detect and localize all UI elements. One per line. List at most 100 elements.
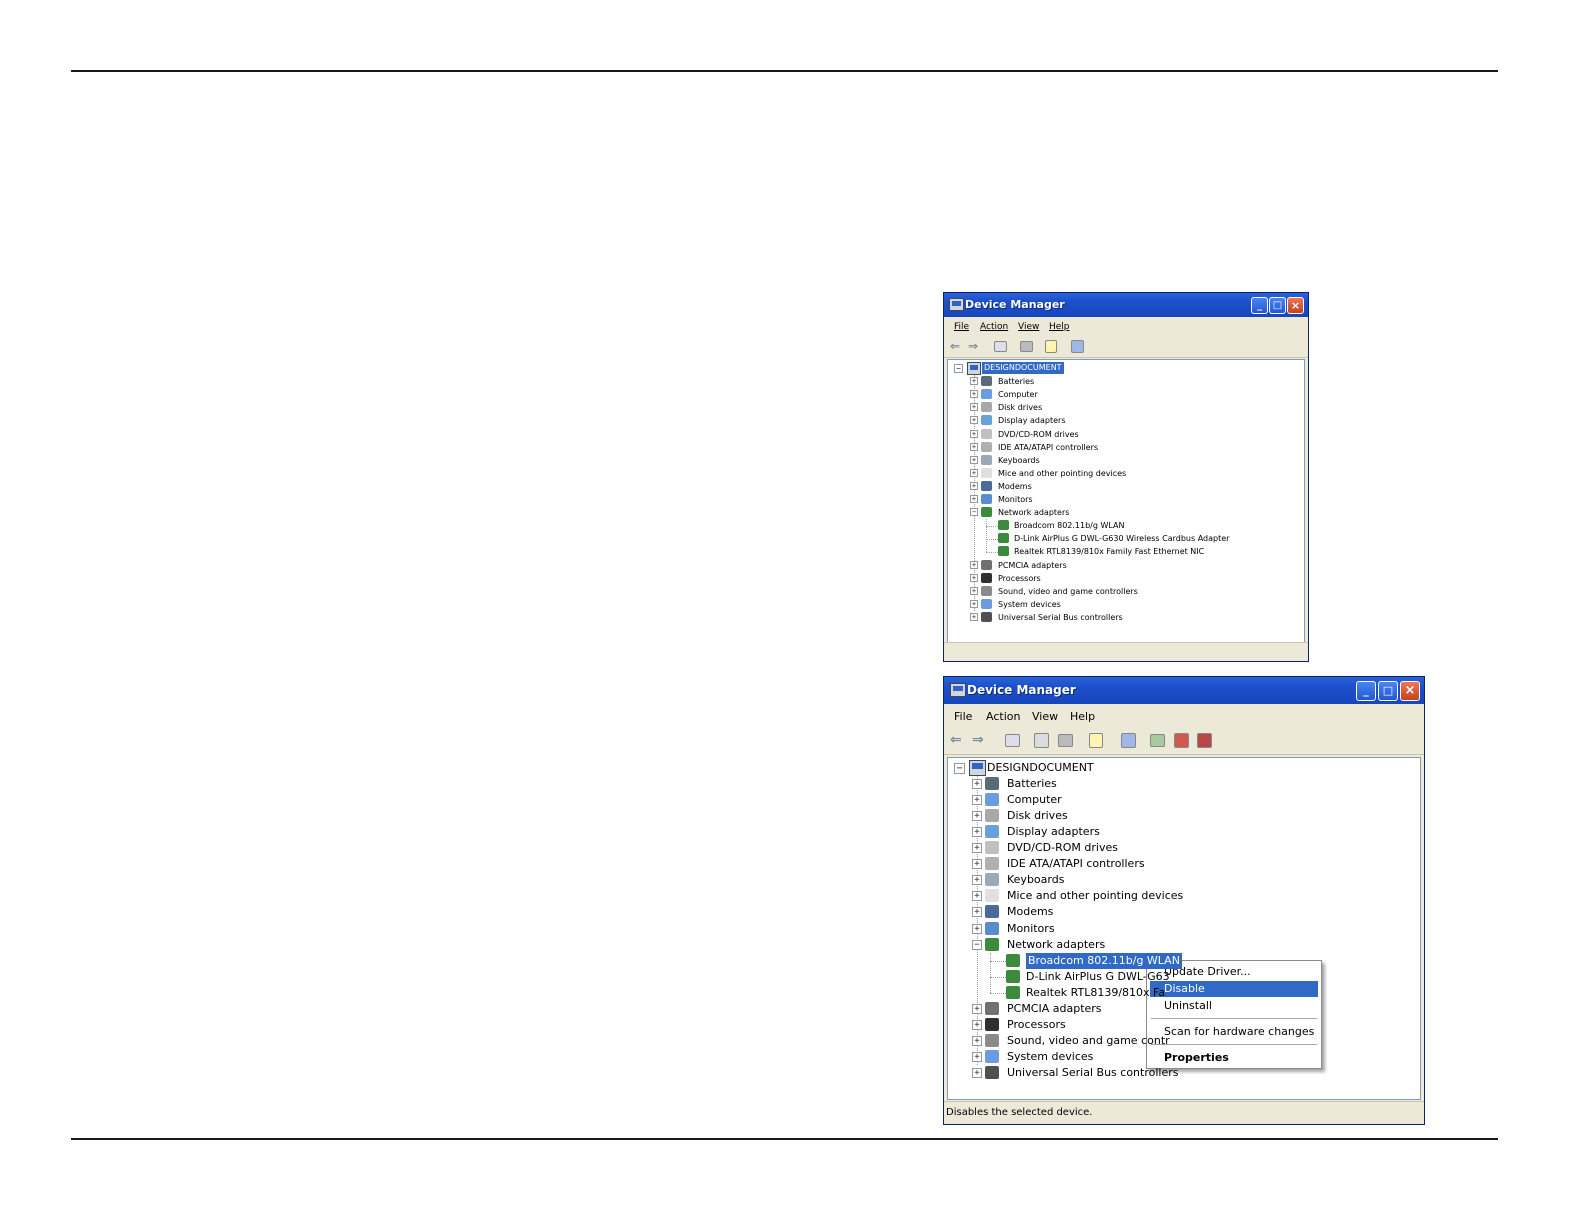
tree-item-battery[interactable]: Batteries <box>1007 776 1057 792</box>
print-icon[interactable] <box>1020 341 1033 352</box>
back-arrow-icon[interactable]: ⇐ <box>950 339 960 353</box>
menu-item-properties[interactable]: Properties <box>1150 1050 1318 1066</box>
menu-view[interactable]: View <box>1032 710 1058 723</box>
menu-help[interactable]: Help <box>1049 322 1070 332</box>
expand-icon[interactable]: + <box>972 1035 982 1046</box>
tree-item-keyboard[interactable]: Keyboards <box>1007 872 1064 888</box>
expand-icon[interactable]: + <box>972 1019 982 1030</box>
tree-item-display-adapter[interactable]: Display adapters <box>1007 824 1100 840</box>
collapse-icon[interactable]: − <box>972 939 982 950</box>
expand-icon[interactable]: + <box>972 859 982 870</box>
expand-icon[interactable]: + <box>972 1067 982 1078</box>
expand-icon[interactable]: + <box>970 429 978 438</box>
menu-item-scan-hardware[interactable]: Scan for hardware changes <box>1150 1024 1318 1040</box>
tree-item-modem[interactable]: Modems <box>1007 904 1053 920</box>
menu-action[interactable]: Action <box>986 710 1020 723</box>
tree-item-sound[interactable]: Sound, video and game controllers <box>998 585 1138 598</box>
menu-action[interactable]: Action <box>980 322 1008 332</box>
expand-icon[interactable]: + <box>970 495 978 503</box>
tree-item-network-device[interactable]: Broadcom 802.11b/g WLAN <box>1026 952 1182 969</box>
back-arrow-icon[interactable]: ⇐ <box>950 732 962 748</box>
tree-item-pcmcia[interactable]: PCMCIA adapters <box>998 559 1067 572</box>
expand-icon[interactable]: + <box>970 442 978 451</box>
title-bar[interactable]: Device Manager _ □ × <box>944 293 1308 317</box>
tree-item-mouse[interactable]: Mice and other pointing devices <box>998 467 1126 480</box>
expand-icon[interactable]: + <box>970 481 978 490</box>
menu-view[interactable]: View <box>1018 322 1039 332</box>
expand-icon[interactable]: + <box>972 811 982 822</box>
menu-item-uninstall[interactable]: Uninstall <box>1150 998 1318 1014</box>
tree-item-dvd-drive[interactable]: DVD/CD-ROM drives <box>1007 840 1118 856</box>
expand-icon[interactable]: + <box>970 560 978 569</box>
collapse-icon[interactable]: − <box>970 508 978 517</box>
device-tree[interactable]: − DESIGNDOCUMENT + Batteries + Computer + Dis… <box>947 359 1305 643</box>
expand-icon[interactable]: + <box>970 586 978 595</box>
menu-help[interactable]: Help <box>1070 710 1095 723</box>
tree-item-battery[interactable]: Batteries <box>998 375 1034 388</box>
tree-item-disk-drive[interactable]: Disk drives <box>998 401 1042 414</box>
tree-item-monitor[interactable]: Monitors <box>998 493 1033 506</box>
tree-item-network-device[interactable]: Broadcom 802.11b/g WLAN <box>1014 519 1125 532</box>
update-driver-icon[interactable] <box>1150 734 1165 747</box>
tree-item-processor[interactable]: Processors <box>1007 1017 1066 1033</box>
scan-hardware-icon[interactable] <box>1071 340 1084 353</box>
maximize-button[interactable]: □ <box>1378 681 1398 701</box>
properties-help-icon[interactable] <box>1045 340 1057 353</box>
tree-item-ide-controller[interactable]: IDE ATA/ATAPI controllers <box>998 441 1098 454</box>
expand-icon[interactable]: + <box>970 612 978 621</box>
expand-icon[interactable]: + <box>972 827 982 838</box>
tree-item-usb[interactable]: Universal Serial Bus controllers <box>1007 1065 1178 1081</box>
show-hide-console-tree-icon[interactable] <box>994 341 1007 352</box>
collapse-root-icon[interactable]: − <box>954 364 963 373</box>
expand-icon[interactable]: + <box>970 468 978 477</box>
uninstall-icon[interactable] <box>1174 733 1189 748</box>
close-button[interactable]: × <box>1400 681 1420 701</box>
print-icon[interactable] <box>1058 734 1073 747</box>
tree-item-usb[interactable]: Universal Serial Bus controllers <box>998 611 1123 624</box>
forward-arrow-icon[interactable]: ⇒ <box>972 732 984 748</box>
tree-item-mouse[interactable]: Mice and other pointing devices <box>1007 888 1183 904</box>
expand-icon[interactable]: + <box>972 891 982 902</box>
disable-icon[interactable] <box>1197 733 1212 748</box>
forward-arrow-icon[interactable]: ⇒ <box>968 339 978 353</box>
expand-icon[interactable]: + <box>970 416 978 425</box>
tree-item-network-device[interactable]: D-Link AirPlus G DWL-G63 <box>1026 969 1170 985</box>
properties-icon[interactable] <box>1034 733 1049 748</box>
properties-help-icon[interactable] <box>1089 733 1103 748</box>
tree-item-system-device[interactable]: System devices <box>1007 1049 1093 1065</box>
tree-item-display-adapter[interactable]: Display adapters <box>998 414 1066 427</box>
scan-hardware-icon[interactable] <box>1121 733 1136 748</box>
expand-icon[interactable]: + <box>972 843 982 854</box>
show-hide-console-tree-icon[interactable] <box>1005 734 1020 747</box>
tree-item-network-device[interactable]: Realtek RTL8139/810x Fa <box>1026 985 1165 1001</box>
expand-icon[interactable]: + <box>972 875 982 886</box>
tree-item-network-adapter[interactable]: Network adapters <box>1007 937 1105 953</box>
tree-item-computer[interactable]: Computer <box>1007 792 1062 808</box>
tree-item-processor[interactable]: Processors <box>998 572 1041 585</box>
menu-file[interactable]: File <box>954 710 972 723</box>
tree-item-modem[interactable]: Modems <box>998 480 1032 493</box>
title-bar[interactable]: Device Manager _ □ × <box>944 677 1424 704</box>
collapse-root-icon[interactable]: − <box>954 763 965 774</box>
close-button[interactable]: × <box>1287 297 1304 314</box>
tree-item-keyboard[interactable]: Keyboards <box>998 454 1040 467</box>
root-node[interactable]: DESIGNDOCUMENT <box>987 760 1094 775</box>
tree-item-network-device[interactable]: Realtek RTL8139/810x Family Fast Etherne… <box>1014 545 1204 558</box>
expand-icon[interactable]: + <box>970 390 978 399</box>
root-node[interactable]: DESIGNDOCUMENT <box>982 362 1064 374</box>
tree-item-sound[interactable]: Sound, video and game contr <box>1007 1033 1170 1049</box>
expand-icon[interactable]: + <box>970 403 978 412</box>
tree-item-pcmcia[interactable]: PCMCIA adapters <box>1007 1001 1102 1017</box>
expand-icon[interactable]: + <box>970 599 978 608</box>
expand-icon[interactable]: + <box>970 377 978 386</box>
tree-item-monitor[interactable]: Monitors <box>1007 921 1055 937</box>
tree-item-network-adapter[interactable]: Network adapters <box>998 506 1069 519</box>
expand-icon[interactable]: + <box>972 779 982 790</box>
menu-file[interactable]: File <box>954 322 969 332</box>
tree-item-network-device[interactable]: D-Link AirPlus G DWL-G630 Wireless Cardb… <box>1014 532 1229 545</box>
expand-icon[interactable]: + <box>970 573 978 582</box>
expand-icon[interactable]: + <box>972 1003 982 1014</box>
tree-item-dvd-drive[interactable]: DVD/CD-ROM drives <box>998 428 1079 441</box>
tree-item-disk-drive[interactable]: Disk drives <box>1007 808 1068 824</box>
expand-icon[interactable]: + <box>972 1051 982 1062</box>
